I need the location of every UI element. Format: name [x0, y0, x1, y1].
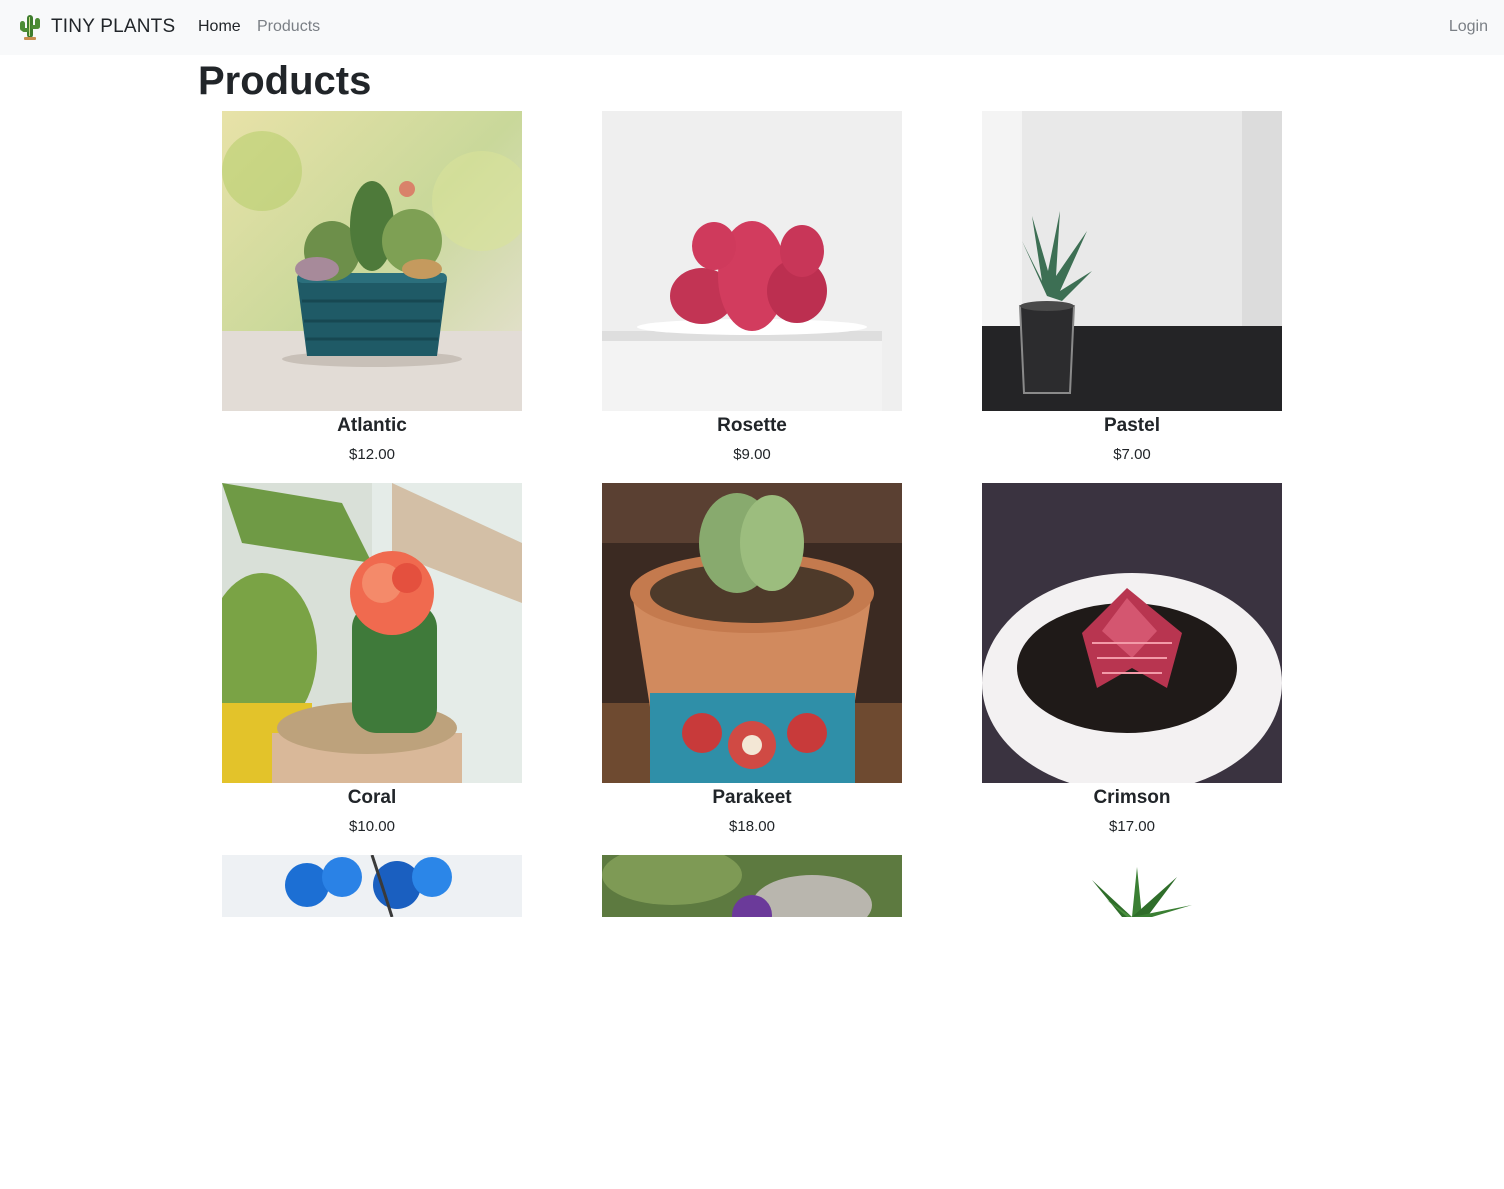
top-navbar: TINY PLANTS Home Products Login	[0, 0, 1504, 55]
product-name[interactable]: Coral	[222, 786, 522, 810]
product-card-purple-flowers[interactable]	[602, 855, 902, 1189]
product-name[interactable]: Parakeet	[602, 786, 902, 810]
page-title: Products	[198, 59, 372, 103]
product-price: $7.00	[1113, 446, 1151, 463]
login-link[interactable]: Login	[1449, 18, 1488, 36]
product-price: $10.00	[349, 818, 395, 835]
nav-products-link[interactable]: Products	[257, 18, 320, 36]
nav-home-link[interactable]: Home	[198, 18, 241, 36]
product-card-coral[interactable]: Coral $10.00	[222, 483, 522, 837]
product-name[interactable]	[222, 1158, 522, 1182]
brand-name: TINY PLANTS	[51, 16, 176, 37]
product-image[interactable]	[982, 111, 1282, 411]
product-image[interactable]	[982, 483, 1282, 783]
product-name[interactable]: Rosette	[602, 414, 902, 438]
product-image[interactable]	[222, 483, 522, 783]
product-card-blue-orchid[interactable]	[222, 855, 522, 1189]
product-name[interactable]	[982, 1158, 1282, 1182]
product-price: $12.00	[349, 446, 395, 463]
product-price: $17.00	[1109, 818, 1155, 835]
product-name[interactable]	[602, 1158, 902, 1182]
product-image[interactable]	[602, 111, 902, 411]
product-name[interactable]: Crimson	[982, 786, 1282, 810]
product-card-crimson[interactable]: Crimson $17.00	[982, 483, 1282, 837]
product-image[interactable]	[982, 855, 1282, 1155]
product-price: $9.00	[733, 446, 771, 463]
product-image[interactable]	[602, 855, 902, 1155]
product-image[interactable]	[602, 483, 902, 783]
product-image[interactable]	[222, 855, 522, 1155]
product-card-atlantic[interactable]: Atlantic $12.00	[222, 111, 522, 465]
product-image[interactable]	[222, 111, 522, 411]
product-name[interactable]: Pastel	[982, 414, 1282, 438]
brand-logo[interactable]: TINY PLANTS	[18, 14, 175, 40]
product-card-parakeet[interactable]: Parakeet $18.00	[602, 483, 902, 837]
product-card-pastel[interactable]: Pastel $7.00	[982, 111, 1282, 465]
product-card-rosette[interactable]: Rosette $9.00	[602, 111, 902, 465]
cactus-icon	[18, 14, 42, 40]
product-card-spiky-plant[interactable]	[982, 855, 1282, 1189]
product-name[interactable]: Atlantic	[222, 414, 522, 438]
product-price: $18.00	[729, 818, 775, 835]
